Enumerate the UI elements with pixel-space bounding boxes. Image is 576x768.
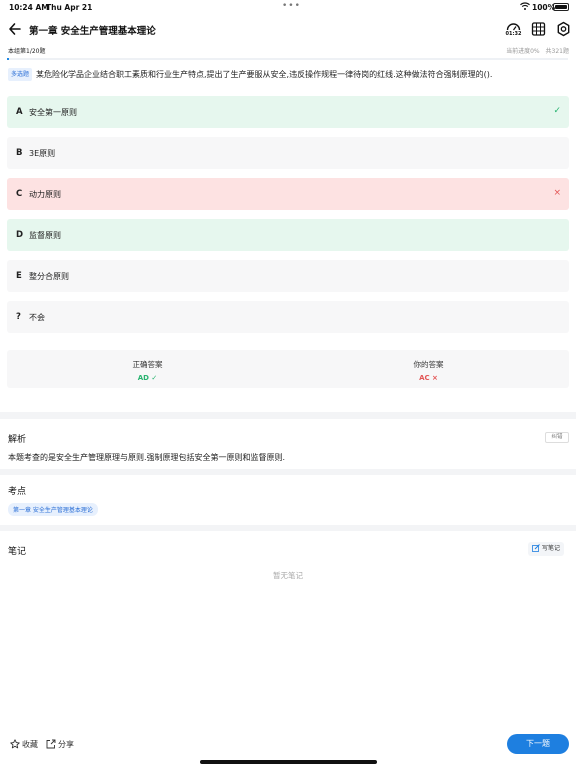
- option-letter: ?: [16, 312, 21, 322]
- option-text: 3E原则: [29, 149, 56, 158]
- status-bar: 10:24 AM Thu Apr 21 ••• 100%: [0, 0, 576, 14]
- current-progress-text: 当前进度0%: [506, 48, 540, 55]
- status-date: Thu Apr 21: [46, 3, 93, 12]
- divider: [0, 469, 576, 475]
- battery-icon: [553, 3, 569, 11]
- star-icon: [10, 739, 20, 749]
- report-error-button[interactable]: 纠错: [545, 432, 569, 443]
- settings-gear-icon[interactable]: [555, 20, 572, 38]
- option-letter: A: [16, 107, 23, 117]
- share-label: 分享: [58, 740, 74, 749]
- quiz-page: 10:24 AM Thu Apr 21 ••• 100% 第一章 安全生产管理基…: [0, 0, 576, 768]
- option-c[interactable]: C 动力原则 ×: [7, 178, 569, 210]
- share-icon: [46, 739, 56, 749]
- points-title: 考点: [8, 487, 27, 497]
- analysis-title: 解析: [8, 435, 27, 445]
- question-stem: 多选题 某危险化学品企业结合职工素质和行业生产特点,提出了生产要服从安全,违反操作…: [8, 68, 568, 81]
- option-b[interactable]: B 3E原则: [7, 137, 569, 169]
- notes-title: 笔记: [8, 547, 27, 557]
- correct-answer-label: 正确答案: [132, 360, 163, 369]
- overall-progress: 当前进度0% 共321题: [502, 46, 569, 55]
- page-title: 第一章 安全生产管理基本理论: [29, 26, 156, 37]
- progress-bar-fill: [7, 58, 10, 60]
- divider: [0, 412, 576, 419]
- favorite-button[interactable]: 收藏: [10, 739, 38, 750]
- option-d[interactable]: D 监督原则: [7, 219, 569, 251]
- write-note-button[interactable]: 写笔记: [528, 542, 565, 556]
- share-button[interactable]: 分享: [46, 739, 74, 750]
- question-text: 某危险化学品企业结合职工素质和行业生产特点,提出了生产要服从安全,违反操作规程一…: [36, 70, 493, 79]
- your-answer-label: 你的答案: [413, 360, 444, 369]
- option-letter: B: [16, 148, 23, 158]
- answer-summary: 正确答案 AD ✓ 你的答案 AC ×: [7, 350, 569, 388]
- multitask-dots-icon[interactable]: •••: [282, 1, 301, 11]
- total-questions-text: 共321题: [545, 48, 569, 55]
- option-mark-icon: ×: [553, 188, 561, 198]
- option-text: 动力原则: [29, 190, 61, 199]
- home-indicator[interactable]: [200, 760, 377, 764]
- option-mark-icon: ✓: [553, 106, 561, 116]
- status-time: 10:24 AM: [9, 3, 49, 12]
- correct-answer-block: 正确答案 AD ✓: [7, 350, 288, 388]
- back-arrow-icon[interactable]: [8, 21, 22, 37]
- next-question-button[interactable]: 下一题: [507, 734, 569, 754]
- option-e[interactable]: E 整分合原则: [7, 260, 569, 292]
- edit-icon: [532, 544, 540, 552]
- answer-sheet-grid-icon[interactable]: [530, 20, 547, 38]
- analysis-text: 本题考查的是安全生产管理原理与原则.强制原理包括安全第一原则和监督原则.: [8, 453, 286, 462]
- progress-info: 本组第1/20题 当前进度0% 共321题: [0, 45, 576, 59]
- knowledge-point-tag[interactable]: 第一章 安全生产管理基本理论: [8, 503, 98, 516]
- option-text: 监督原则: [29, 231, 61, 240]
- option-letter: D: [16, 230, 24, 240]
- timer-value: 01:32: [505, 31, 522, 37]
- group-progress-text: 本组第1/20题: [8, 48, 46, 55]
- wifi-icon: [520, 2, 530, 10]
- option-a[interactable]: A 安全第一原则 ✓: [7, 96, 569, 128]
- option-list: A 安全第一原则 ✓ B 3E原则 C 动力原则 × D 监督原则 E 整分合原…: [7, 96, 569, 342]
- option-letter: E: [16, 271, 22, 281]
- question-type-badge: 多选题: [8, 68, 33, 81]
- write-note-label: 写笔记: [542, 545, 561, 552]
- your-answer-value: AC ×: [419, 374, 438, 382]
- option-unknown[interactable]: ? 不会: [7, 301, 569, 333]
- notes-empty-text: 暂无笔记: [273, 571, 303, 580]
- correct-answer-value: AD ✓: [137, 374, 158, 382]
- your-answer-block: 你的答案 AC ×: [288, 350, 569, 388]
- favorite-label: 收藏: [22, 740, 38, 749]
- option-text: 不会: [29, 313, 45, 322]
- progress-bar: [7, 58, 568, 60]
- header: 第一章 安全生产管理基本理论 01:32: [0, 18, 576, 42]
- option-text: 整分合原则: [29, 272, 69, 281]
- battery-percent: 100%: [532, 3, 556, 12]
- option-text: 安全第一原则: [29, 108, 77, 117]
- option-letter: C: [16, 189, 23, 199]
- divider: [0, 525, 576, 531]
